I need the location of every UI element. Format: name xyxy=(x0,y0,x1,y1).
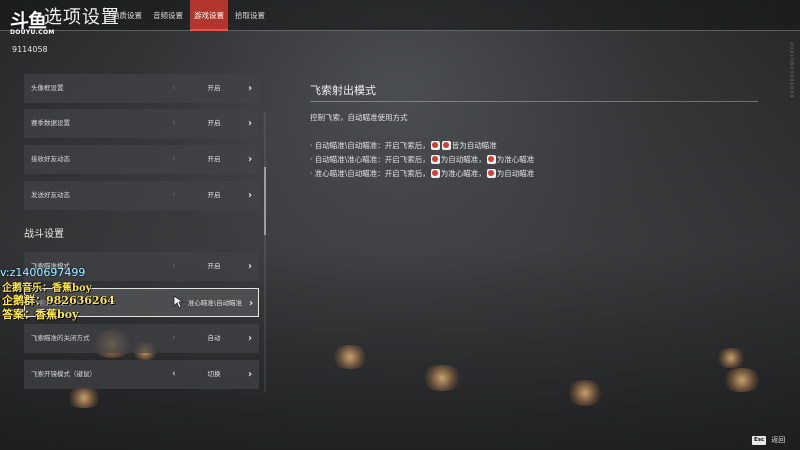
setting-label: 飞索开镜模式（键鼠） xyxy=(31,370,96,378)
chevron-right-icon[interactable]: › xyxy=(248,109,252,138)
description-item: · 准心瞄准\自动瞄准：开启飞索后， 为准心瞄准， 为自动瞄准 xyxy=(310,166,534,180)
setting-row-grapple-aim-close[interactable]: 飞索瞄准的关闭方式 ‹ 自动 › xyxy=(24,324,259,353)
setting-row-send-friend-feed[interactable]: 发送好友动态 ‹ 开启 › xyxy=(24,181,259,210)
top-divider xyxy=(104,7,105,24)
tab-pickup[interactable]: 拾取设置 xyxy=(231,0,269,31)
grapple-icon xyxy=(486,168,496,178)
back-label: 返回 xyxy=(771,436,786,444)
description-item-text: 皆为自动瞄准 xyxy=(451,140,497,150)
section-title-battle: 战斗设置 xyxy=(24,229,64,240)
chevron-left-icon[interactable]: ‹ xyxy=(172,145,176,174)
setting-row-receive-friend-feed[interactable]: 接收好友动态 ‹ 开启 › xyxy=(24,145,259,174)
top-bar: 选项设置 画质设置 音频设置 游戏设置 拾取设置 xyxy=(0,0,800,31)
douyu-logo: 斗鱼 DOUYU.COM xyxy=(10,6,58,36)
description-item-text: · 准心瞄准\自动瞄准：开启飞索后， xyxy=(310,168,430,178)
description-subtitle: 控制飞索，自动瞄准使用方式 xyxy=(310,113,408,122)
setting-label: 接收好友动态 xyxy=(31,155,70,163)
grapple-icon xyxy=(430,154,440,164)
setting-label: 发送好友动态 xyxy=(31,191,70,199)
grapple-icon xyxy=(430,168,440,178)
chevron-right-icon[interactable]: › xyxy=(248,324,252,353)
setting-value: 切换 xyxy=(207,370,221,378)
chevron-left-icon[interactable]: ‹ xyxy=(172,324,176,353)
esc-key-icon: Esc xyxy=(752,435,767,445)
setting-value: 开启 xyxy=(207,191,221,199)
description-item: · 自动瞄准\自动瞄准：开启飞索后， 皆为自动瞄准 xyxy=(310,138,534,152)
settings-list: 头像框设置 ‹ 开启 › 赛季数据设置 ‹ 开启 › 接收好友动态 ‹ 开启 ›… xyxy=(24,72,268,392)
chevron-right-icon[interactable]: › xyxy=(248,181,252,210)
tab-audio[interactable]: 音频设置 xyxy=(149,0,187,31)
description-item-text: 为准心瞄准 xyxy=(496,154,535,164)
description-item-text: · 自动瞄准\自动瞄准：开启飞索后， xyxy=(310,140,430,150)
chevron-right-icon[interactable]: › xyxy=(248,74,252,103)
description-item-text: · 自动瞄准\准心瞄准：开启飞索后， xyxy=(310,154,430,164)
overlay-contact: v:z1400697499 xyxy=(0,266,86,279)
setting-value: 自动 xyxy=(207,334,221,342)
setting-row-avatar-frame[interactable]: 头像框设置 ‹ 开启 › xyxy=(24,74,259,103)
chevron-right-icon[interactable]: › xyxy=(248,252,252,281)
grapple-icon xyxy=(486,154,496,164)
scrollbar-thumb[interactable] xyxy=(264,167,266,235)
room-id: 9114058 xyxy=(12,45,48,54)
setting-label: 赛季数据设置 xyxy=(31,119,70,127)
description-divider xyxy=(310,101,758,102)
chevron-right-icon[interactable]: › xyxy=(248,145,252,174)
setting-row-grapple-scope-mode[interactable]: 飞索开镜模式（键鼠） ‹ 切换 › xyxy=(24,360,259,389)
logo-subtext: DOUYU.COM xyxy=(10,29,55,36)
description-title: 飞索射出模式 xyxy=(310,84,376,97)
setting-label: 飞索瞄准的关闭方式 xyxy=(31,334,90,342)
back-button[interactable]: Esc 返回 xyxy=(752,434,785,446)
overlay-answer: 答案：香蕉boy xyxy=(2,308,79,321)
setting-label: 头像框设置 xyxy=(31,84,64,92)
description-list: · 自动瞄准\自动瞄准：开启飞索后， 皆为自动瞄准 · 自动瞄准\准心瞄准：开启… xyxy=(310,138,534,180)
chevron-right-icon[interactable]: › xyxy=(249,289,253,318)
chevron-left-icon[interactable]: ‹ xyxy=(172,74,176,103)
description-item-text: 为自动瞄准， xyxy=(440,154,486,164)
chevron-left-icon[interactable]: ‹ xyxy=(172,109,176,138)
setting-value: 准心瞄准\自动瞄准 xyxy=(187,299,243,307)
tab-graphics[interactable]: 画质设置 xyxy=(108,0,146,31)
description-item-text: 为准心瞄准， xyxy=(440,168,486,178)
description-item-text: 为自动瞄准 xyxy=(496,168,535,178)
chevron-left-icon[interactable]: ‹ xyxy=(172,360,176,389)
setting-value: 开启 xyxy=(207,262,221,270)
scrollbar-track[interactable] xyxy=(264,112,266,392)
tab-bar: 画质设置 音频设置 游戏设置 拾取设置 xyxy=(108,0,272,31)
description-item: · 自动瞄准\准心瞄准：开启飞索后， 为自动瞄准， 为准心瞄准 xyxy=(310,152,534,166)
setting-value: 开启 xyxy=(207,155,221,163)
chevron-left-icon[interactable]: ‹ xyxy=(172,181,176,210)
grapple-icon xyxy=(430,140,440,150)
grapple-icon xyxy=(441,140,451,150)
chevron-right-icon[interactable]: › xyxy=(248,360,252,389)
setting-value: 开启 xyxy=(207,119,221,127)
tab-game[interactable]: 游戏设置 xyxy=(190,0,228,31)
setting-value: 开启 xyxy=(207,84,221,92)
mouse-cursor-icon xyxy=(173,295,185,309)
setting-row-season-data[interactable]: 赛季数据设置 ‹ 开启 › xyxy=(24,109,259,138)
vertical-code: 20210603091034 xyxy=(788,42,794,98)
chevron-left-icon[interactable]: ‹ xyxy=(172,252,176,281)
